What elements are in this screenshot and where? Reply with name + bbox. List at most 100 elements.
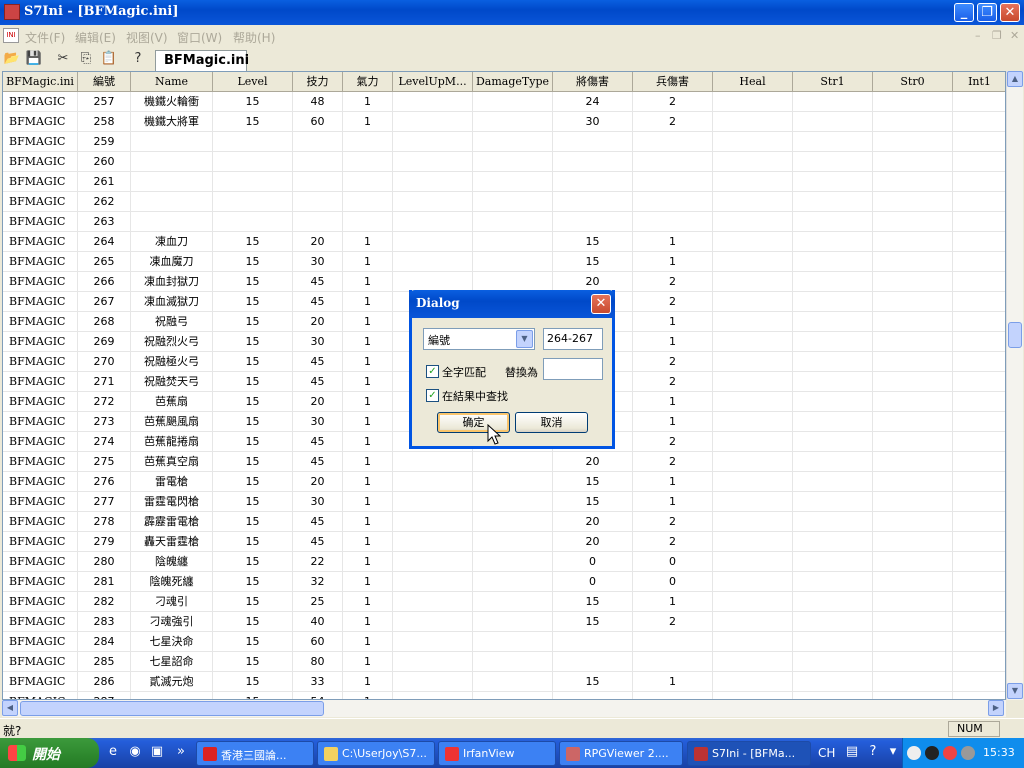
- menu-help[interactable]: 帮助(H): [233, 29, 275, 46]
- table-cell[interactable]: 22: [293, 552, 343, 572]
- table-cell[interactable]: 271: [78, 372, 131, 392]
- table-cell[interactable]: [343, 132, 393, 152]
- table-cell[interactable]: 1: [343, 592, 393, 612]
- table-cell[interactable]: 280: [78, 552, 131, 572]
- table-cell[interactable]: [873, 112, 953, 132]
- table-cell[interactable]: 1: [343, 432, 393, 452]
- table-cell[interactable]: 45: [293, 272, 343, 292]
- table-cell[interactable]: [793, 612, 873, 632]
- table-cell[interactable]: [793, 192, 873, 212]
- table-cell[interactable]: 15: [213, 432, 293, 452]
- table-cell[interactable]: [873, 352, 953, 372]
- table-cell[interactable]: 276: [78, 472, 131, 492]
- table-cell[interactable]: 15: [213, 92, 293, 112]
- table-cell[interactable]: [213, 172, 293, 192]
- table-cell[interactable]: [553, 652, 633, 672]
- table-cell[interactable]: 45: [293, 352, 343, 372]
- table-cell[interactable]: 45: [293, 532, 343, 552]
- table-cell[interactable]: 1: [633, 232, 713, 252]
- table-cell[interactable]: [953, 452, 1005, 472]
- mdi-close-button[interactable]: ✕: [1010, 29, 1019, 42]
- table-cell[interactable]: [713, 692, 793, 699]
- table-cell[interactable]: [213, 212, 293, 232]
- app-icon[interactable]: [4, 4, 20, 20]
- table-cell[interactable]: [393, 172, 473, 192]
- table-cell[interactable]: 60: [293, 112, 343, 132]
- table-cell[interactable]: 279: [78, 532, 131, 552]
- table-cell[interactable]: [793, 572, 873, 592]
- table-cell[interactable]: BFMAGIC: [3, 192, 78, 212]
- table-cell[interactable]: 20: [293, 392, 343, 412]
- table-cell[interactable]: 285: [78, 652, 131, 672]
- table-cell[interactable]: [873, 192, 953, 212]
- table-cell[interactable]: 芭蕉真空扇: [131, 452, 213, 472]
- table-cell[interactable]: [473, 532, 553, 552]
- task-rpgviewer[interactable]: RPGViewer 2....: [559, 741, 683, 766]
- table-cell[interactable]: [953, 492, 1005, 512]
- table-cell[interactable]: [873, 172, 953, 192]
- table-cell[interactable]: 1: [343, 532, 393, 552]
- search-input[interactable]: 264-267: [543, 328, 603, 350]
- table-cell[interactable]: 陰魄死纏: [131, 572, 213, 592]
- table-cell[interactable]: [953, 472, 1005, 492]
- table-cell[interactable]: 54: [293, 692, 343, 699]
- table-cell[interactable]: [793, 652, 873, 672]
- table-cell[interactable]: [793, 132, 873, 152]
- table-cell[interactable]: [873, 592, 953, 612]
- table-cell[interactable]: [131, 132, 213, 152]
- horizontal-scrollbar[interactable]: ◀ ▶: [2, 700, 1006, 717]
- table-cell[interactable]: [473, 632, 553, 652]
- table-cell[interactable]: 40: [293, 612, 343, 632]
- table-cell[interactable]: BFMAGIC: [3, 152, 78, 172]
- table-cell[interactable]: [473, 252, 553, 272]
- table-cell[interactable]: [713, 92, 793, 112]
- table-cell[interactable]: [713, 412, 793, 432]
- table-cell[interactable]: 2: [633, 292, 713, 312]
- table-cell[interactable]: BFMAGIC: [3, 532, 78, 552]
- save-icon[interactable]: 💾: [24, 50, 44, 68]
- table-cell[interactable]: 1: [343, 632, 393, 652]
- table-cell[interactable]: 20: [553, 452, 633, 472]
- table-cell[interactable]: [393, 452, 473, 472]
- chevron-down-icon[interactable]: ▼: [516, 330, 533, 348]
- table-cell[interactable]: [873, 532, 953, 552]
- task-explorer[interactable]: C:\UserJoy\S7...: [317, 741, 435, 766]
- table-cell[interactable]: 30: [293, 332, 343, 352]
- table-cell[interactable]: [953, 532, 1005, 552]
- table-cell[interactable]: [633, 692, 713, 699]
- table-cell[interactable]: [713, 272, 793, 292]
- table-cell[interactable]: 267: [78, 292, 131, 312]
- table-cell[interactable]: [873, 552, 953, 572]
- table-cell[interactable]: 1: [343, 492, 393, 512]
- table-row[interactable]: BFMAGIC 264 凍血刀 15 20 1 15 1: [3, 232, 1005, 252]
- table-cell[interactable]: [393, 212, 473, 232]
- table-cell[interactable]: 15: [553, 492, 633, 512]
- table-cell[interactable]: [873, 272, 953, 292]
- table-cell[interactable]: [953, 652, 1005, 672]
- table-row[interactable]: BFMAGIC 275 芭蕉真空扇 15 45 1 20 2: [3, 452, 1005, 472]
- table-cell[interactable]: 268: [78, 312, 131, 332]
- table-cell[interactable]: 1: [633, 252, 713, 272]
- table-cell[interactable]: BFMAGIC: [3, 292, 78, 312]
- table-cell[interactable]: 1: [343, 392, 393, 412]
- table-cell[interactable]: BFMAGIC: [3, 332, 78, 352]
- table-cell[interactable]: [953, 152, 1005, 172]
- table-cell[interactable]: BFMAGIC: [3, 252, 78, 272]
- table-cell[interactable]: 265: [78, 252, 131, 272]
- table-cell[interactable]: [713, 392, 793, 412]
- table-cell[interactable]: 陰魄纏: [131, 552, 213, 572]
- table-cell[interactable]: [393, 112, 473, 132]
- table-cell[interactable]: BFMAGIC: [3, 392, 78, 412]
- table-cell[interactable]: [873, 432, 953, 452]
- table-cell[interactable]: [953, 372, 1005, 392]
- dialog-close-button[interactable]: ✕: [591, 294, 611, 314]
- table-cell[interactable]: 15: [553, 672, 633, 692]
- table-cell[interactable]: 15: [213, 392, 293, 412]
- table-cell[interactable]: [343, 212, 393, 232]
- column-header[interactable]: 將傷害: [553, 72, 633, 92]
- table-cell[interactable]: [393, 692, 473, 699]
- table-cell[interactable]: [793, 92, 873, 112]
- table-cell[interactable]: 1: [343, 292, 393, 312]
- table-cell[interactable]: [633, 652, 713, 672]
- table-cell[interactable]: [713, 452, 793, 472]
